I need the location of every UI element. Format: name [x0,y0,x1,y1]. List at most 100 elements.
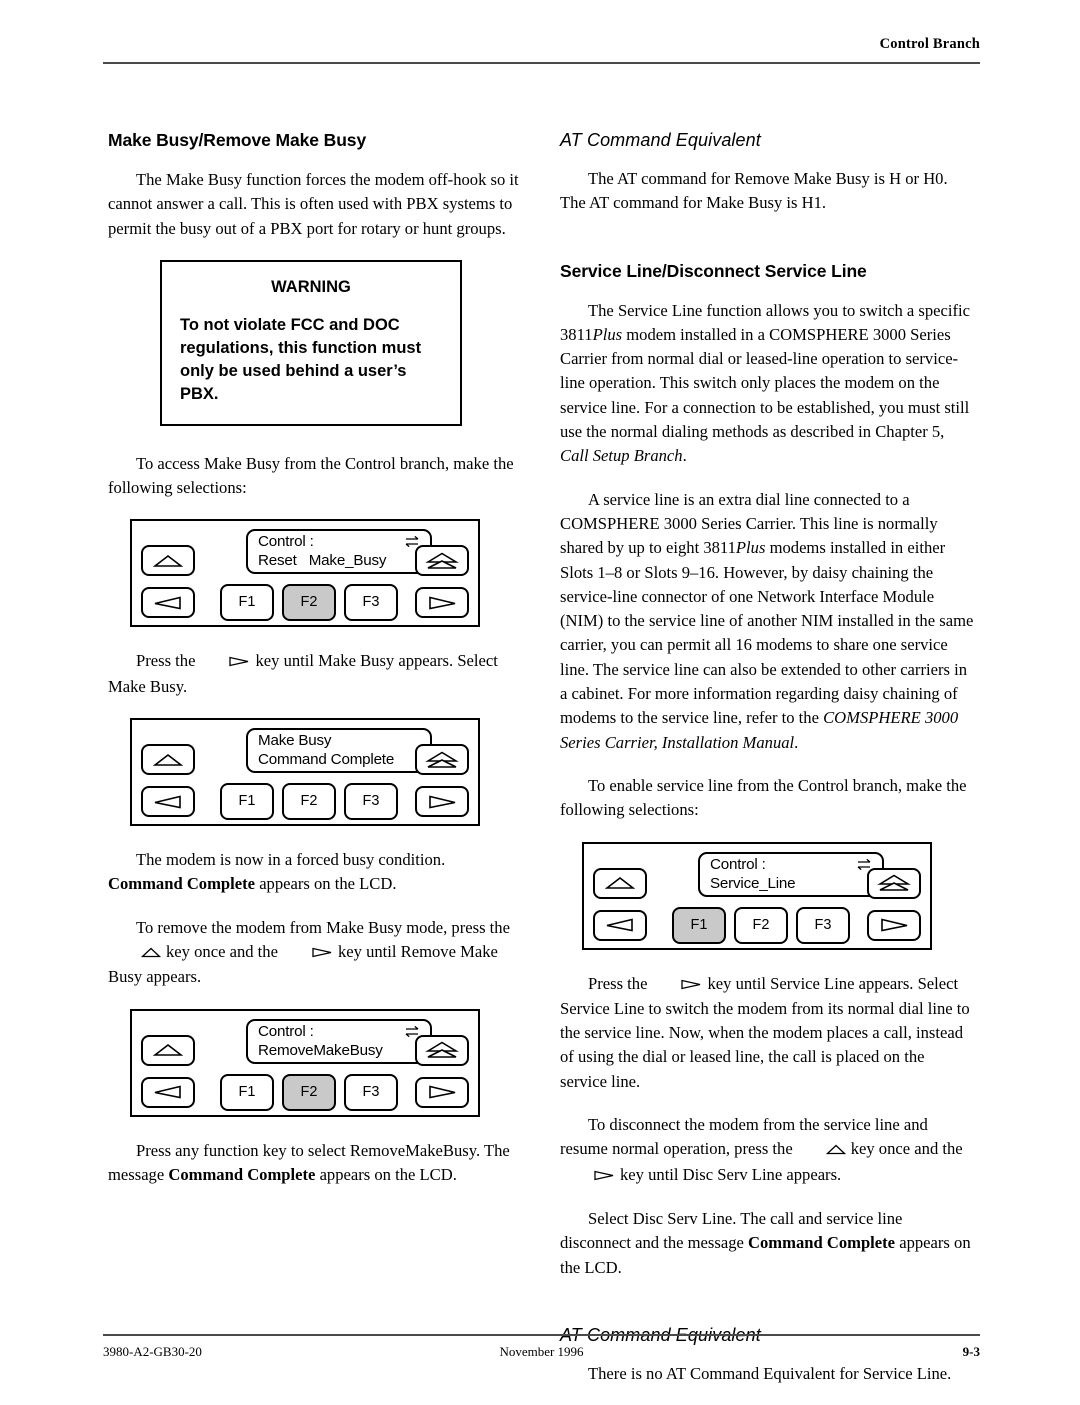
function-key-f1[interactable]: F1 [220,1073,274,1111]
disc-post: key until Disc Serv Line appears. [620,1164,842,1184]
front-panel-figure-1: Control : Reset Make_Busy F1 F2 F3 [130,519,480,628]
escape-key[interactable] [415,1034,469,1066]
function-key-f1[interactable]: F1 [220,584,274,622]
right-arrow-key[interactable] [415,786,469,818]
lcd-line-1: Control : [710,855,766,873]
triangle-up-inline-icon [798,1138,846,1162]
triangle-up-inline-icon [113,941,162,965]
lcd-display-4: Control : Service_Line [698,851,884,897]
footer-doc-number: 3980-A2-GB30-20 [103,1344,202,1359]
function-key-f2[interactable]: F2 [282,1073,336,1111]
lcd-line-1: Control : [258,1022,314,1040]
forced-busy-pre: The modem is now in a forced busy condit… [136,850,446,870]
escape-key[interactable] [867,867,921,899]
svc2-b: modems installed in either Slots 1–8 or … [560,538,974,728]
function-key-f1[interactable]: F1 [220,783,274,821]
function-key-f2[interactable]: F2 [282,783,336,821]
left-arrow-key[interactable] [141,1076,195,1108]
heading-make-busy: Make Busy/Remove Make Busy [108,130,367,150]
triangle-right-icon [427,794,457,809]
footer-date: November 1996 [499,1344,584,1359]
triangle-left-icon [153,595,183,610]
right-arrow-key[interactable] [867,909,921,941]
svc1-c: . [682,446,687,466]
triangle-up-bar-icon [425,552,459,570]
select-bold: Command Complete [748,1233,896,1253]
triangle-right-inline-icon [652,973,702,997]
page-footer: November 1996 3980-A2-GB30-20 9-3 [103,1344,980,1364]
function-key-f2[interactable]: F2 [734,906,788,944]
function-key-f3[interactable]: F3 [344,1073,398,1111]
paragraph-at-command-1: The AT command for Remove Make Busy is H… [560,169,948,213]
paragraph-make-busy-intro: The Make Busy function forces the modem … [108,170,519,238]
triangle-up-bar-icon [425,1041,459,1059]
warning-box: WARNING To not violate FCC and DOC regul… [160,259,462,426]
function-key-f1[interactable]: F1 [672,906,726,944]
paragraph-press-key-service-line: Press the key until Service Line appears.… [560,972,975,1094]
disc-mid: key once and the [850,1139,963,1159]
triangle-up-icon [152,554,184,568]
warning-text: To not violate FCC and DOC regulations, … [180,315,422,403]
triangle-right-inline-icon [565,1164,615,1188]
left-arrow-key[interactable] [593,909,647,941]
forced-busy-bold: Command Complete [108,874,256,894]
warning-title: WARNING [271,277,351,296]
function-key-f3[interactable]: F3 [796,906,850,944]
right-arrow-key[interactable] [415,1076,469,1108]
left-column: Make Busy/Remove Make Busy The Make Busy… [108,130,523,1206]
lcd-display-2: Make Busy Command Complete [246,728,432,774]
heading-at-command-equivalent-1: AT Command Equivalent [560,130,761,150]
escape-key[interactable] [415,545,469,577]
paragraph-select-disc-serv-line: Select Disc Serv Line. The call and serv… [560,1207,975,1280]
triangle-up-icon [152,753,184,767]
up-arrow-key[interactable] [141,545,195,577]
paragraph-service-line-2: A service line is an extra dial line con… [560,488,975,755]
heading-service-line: Service Line/Disconnect Service Line [560,260,867,281]
forced-busy-post: appears on the LCD. [259,874,397,894]
triangle-up-bar-icon [425,751,459,769]
svc2-c: . [794,732,799,752]
triangle-left-icon [153,794,183,809]
lcd-line-2: Command Complete [258,751,395,769]
final-bold: Command Complete [168,1164,316,1184]
paragraph-disconnect-service-line: To disconnect the modem from the service… [560,1113,975,1188]
escape-key[interactable] [415,744,469,776]
up-arrow-key[interactable] [593,867,647,899]
triangle-right-icon [879,918,909,933]
svc1-italic-plus: Plus [592,324,623,344]
lcd-line-1: Control : [258,533,314,551]
left-arrow-key[interactable] [141,786,195,818]
svc2-italic-plus: Plus [735,538,766,558]
up-arrow-key[interactable] [141,1034,195,1066]
footer-page-number: 9-3 [962,1344,980,1359]
remove-mid: key once and the [166,941,278,961]
front-panel-figure-4: Control : Service_Line F1 F2 F3 [582,841,932,950]
triangle-right-icon [427,595,457,610]
running-head: Control Branch [879,36,980,52]
triangle-right-icon [427,1085,457,1100]
lcd-line-2: RemoveMakeBusy [258,1041,383,1059]
right-arrow-key[interactable] [415,587,469,619]
function-key-f3[interactable]: F3 [344,783,398,821]
front-panel-figure-3: Control : RemoveMakeBusy F1 F2 F3 [130,1008,480,1117]
press-pre: Press the [588,973,648,993]
paragraph-service-line-1: The Service Line function allows you to … [560,299,975,469]
lcd-line-1: Make Busy [258,732,332,750]
paragraph-forced-busy: The modem is now in a forced busy condit… [108,848,523,897]
left-arrow-key[interactable] [141,587,195,619]
function-key-f2[interactable]: F2 [282,584,336,622]
lcd-line-2: Service_Line [710,874,796,892]
triangle-up-bar-icon [877,874,911,892]
header-rule [103,62,980,64]
svc1-b: modem installed in a COMSPHERE 3000 Seri… [560,324,970,442]
up-arrow-key[interactable] [141,744,195,776]
triangle-left-icon [605,918,635,933]
press-text-pre: Press the [136,651,196,671]
triangle-up-icon [604,876,636,890]
paragraph-press-key-make-busy: Press the key until Make Busy appears. Se… [108,649,523,699]
front-panel-figure-2: Make Busy Command Complete F1 F2 F3 [130,718,480,827]
triangle-left-icon [153,1085,183,1100]
remove-pre: To remove the modem from Make Busy mode,… [136,917,510,937]
svc1-italic-title: Call Setup Branch [560,446,683,466]
function-key-f3[interactable]: F3 [344,584,398,622]
